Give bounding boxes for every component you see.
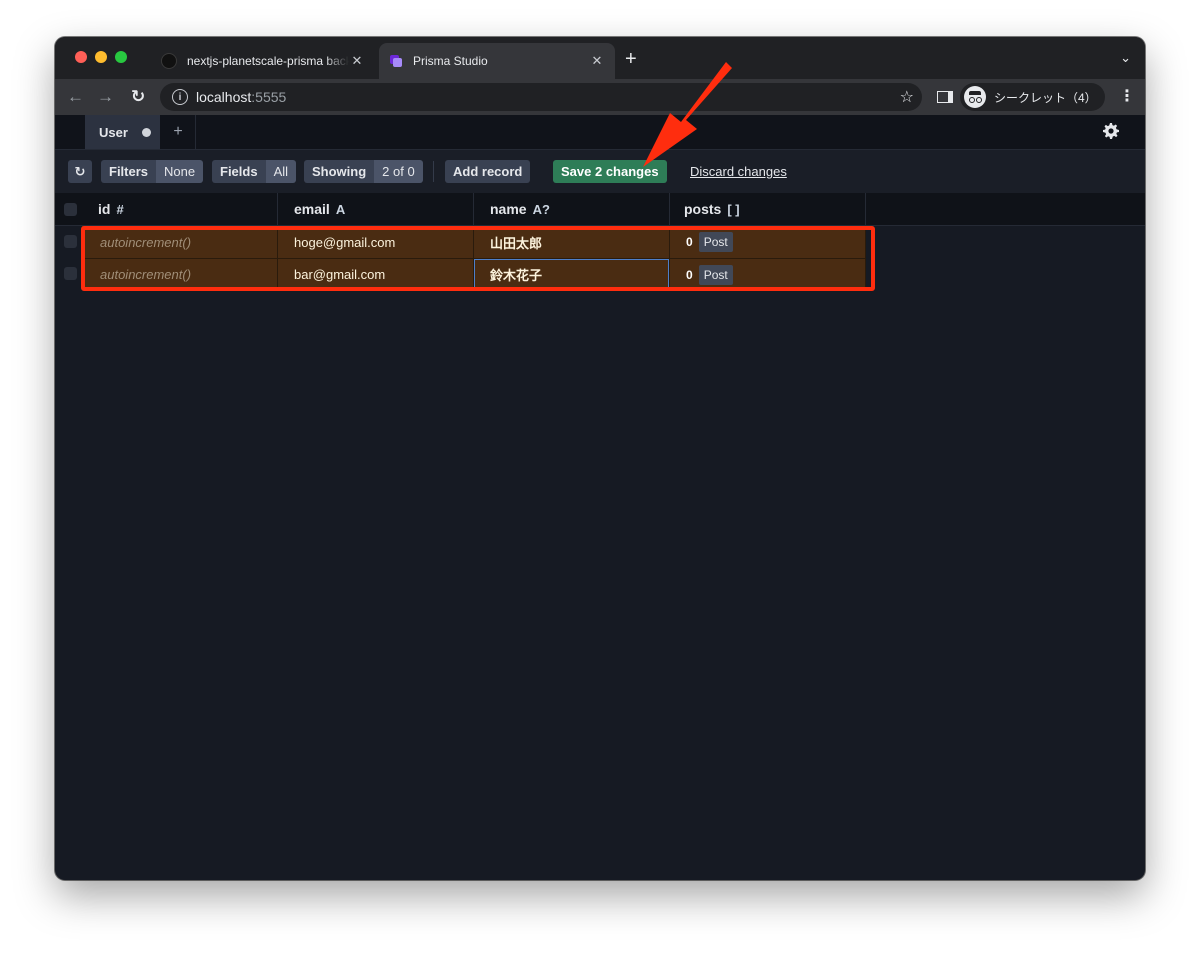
column-header-id[interactable]: id # [82, 193, 278, 225]
tab-search-chevron-icon[interactable]: ⌄ [1120, 50, 1131, 66]
side-panel-icon[interactable] [937, 91, 953, 103]
save-changes-label: Save 2 changes [561, 164, 659, 179]
fields-label: Fields [212, 160, 266, 183]
column-header-name[interactable]: name A? [474, 193, 670, 225]
column-name: id [98, 201, 111, 217]
posts-relation-tag[interactable]: Post [698, 232, 733, 252]
column-name: name [490, 201, 527, 217]
url-host: localhost [196, 89, 252, 105]
table-row[interactable]: autoincrement() bar@gmail.com 鈴木花子 0 Pos… [55, 258, 1145, 290]
table-header: id # email A name A? posts [ ] [55, 193, 1145, 226]
close-tab-icon[interactable]: ✕ [589, 53, 605, 69]
column-type-icon: [ ] [727, 201, 740, 217]
cell-name-editing[interactable]: 鈴木花子 [474, 258, 670, 290]
browser-window: nextjs-planetscale-prisma backend ✕ Pris… [55, 37, 1145, 880]
new-tab-button[interactable]: + [625, 49, 637, 69]
forward-arrow-icon[interactable]: → [97, 87, 114, 107]
tab-title: nextjs-planetscale-prisma backend [187, 54, 349, 68]
cell-name[interactable]: 山田太郎 [474, 226, 670, 258]
records-table: id # email A name A? posts [ ] autoincre… [55, 193, 1145, 290]
profile-label: シークレット（4） [994, 90, 1097, 105]
cell-posts[interactable]: 0 Post [670, 258, 866, 290]
table-row[interactable]: autoincrement() hoge@gmail.com 山田太郎 0 Po… [55, 226, 1145, 258]
studio-tab-bar: User + [55, 115, 1145, 150]
column-name: posts [684, 201, 722, 217]
posts-count: 0 [686, 267, 693, 282]
row-checkbox[interactable] [64, 267, 77, 280]
browser-menu-icon[interactable]: ⋮ [1119, 87, 1135, 107]
incognito-icon [964, 86, 986, 108]
site-info-icon[interactable]: i [172, 89, 188, 105]
incognito-profile-button[interactable]: シークレット（4） [960, 83, 1105, 111]
save-changes-button[interactable]: Save 2 changes [553, 160, 667, 183]
cell-id[interactable]: autoincrement() [82, 258, 278, 290]
column-type-icon: A? [532, 201, 550, 217]
filters-button[interactable]: Filters None [101, 160, 204, 183]
cell-id[interactable]: autoincrement() [82, 226, 278, 258]
showing-label: Showing [304, 160, 375, 183]
toolbar-divider [433, 161, 434, 182]
gear-icon[interactable] [1103, 123, 1119, 139]
column-type-icon: # [116, 201, 124, 217]
minimize-window-button[interactable] [95, 51, 107, 63]
showing-button[interactable]: Showing 2 of 0 [304, 160, 423, 183]
prisma-studio-favicon-icon [390, 55, 402, 67]
fields-button[interactable]: Fields All [212, 160, 297, 183]
add-record-label: Add record [453, 164, 523, 179]
add-record-button[interactable]: Add record [445, 160, 531, 183]
address-bar[interactable]: i localhost:5555 ☆ [160, 83, 922, 111]
cell-email[interactable]: hoge@gmail.com [278, 226, 474, 258]
discard-changes-link[interactable]: Discard changes [690, 164, 787, 179]
tab-user-label: User [99, 124, 128, 140]
filters-label: Filters [101, 160, 157, 183]
tab-title: Prisma Studio [413, 54, 488, 68]
github-favicon-icon [161, 53, 177, 69]
column-type-icon: A [335, 201, 346, 217]
add-tab-button[interactable]: + [161, 115, 196, 149]
refresh-button[interactable]: ↻ [68, 160, 92, 183]
back-arrow-icon[interactable]: ← [67, 87, 84, 107]
row-checkbox[interactable] [64, 235, 77, 248]
posts-relation-tag[interactable]: Post [698, 264, 733, 285]
cell-posts[interactable]: 0 Post [670, 226, 866, 258]
column-name: email [294, 201, 330, 217]
tab-user[interactable]: User [85, 115, 160, 149]
browser-toolbar: ← → ↻ i localhost:5555 ☆ シークレット（4） ⋮ [55, 79, 1145, 115]
url-port: :5555 [251, 89, 287, 105]
fields-value: All [265, 160, 297, 183]
close-window-button[interactable] [75, 51, 87, 63]
column-header-posts[interactable]: posts [ ] [670, 193, 866, 225]
bookmark-star-icon[interactable]: ☆ [900, 87, 914, 107]
unsaved-dot-icon [141, 127, 151, 137]
select-all-checkbox[interactable] [64, 203, 77, 216]
maximize-window-button[interactable] [115, 51, 127, 63]
browser-tab-backend[interactable]: nextjs-planetscale-prisma backend ✕ [151, 43, 375, 79]
posts-count: 0 [686, 235, 693, 249]
reload-icon[interactable]: ↻ [131, 87, 145, 107]
filters-value: None [156, 160, 204, 183]
column-header-email[interactable]: email A [278, 193, 474, 225]
action-bar: ↻ Filters None Fields All Showing 2 of 0… [55, 150, 1145, 193]
cell-email[interactable]: bar@gmail.com [278, 258, 474, 290]
browser-tab-prisma-studio[interactable]: Prisma Studio ✕ [379, 43, 615, 79]
showing-value: 2 of 0 [374, 160, 423, 183]
close-tab-icon[interactable]: ✕ [349, 53, 365, 69]
tab-strip: nextjs-planetscale-prisma backend ✕ Pris… [55, 37, 1145, 79]
